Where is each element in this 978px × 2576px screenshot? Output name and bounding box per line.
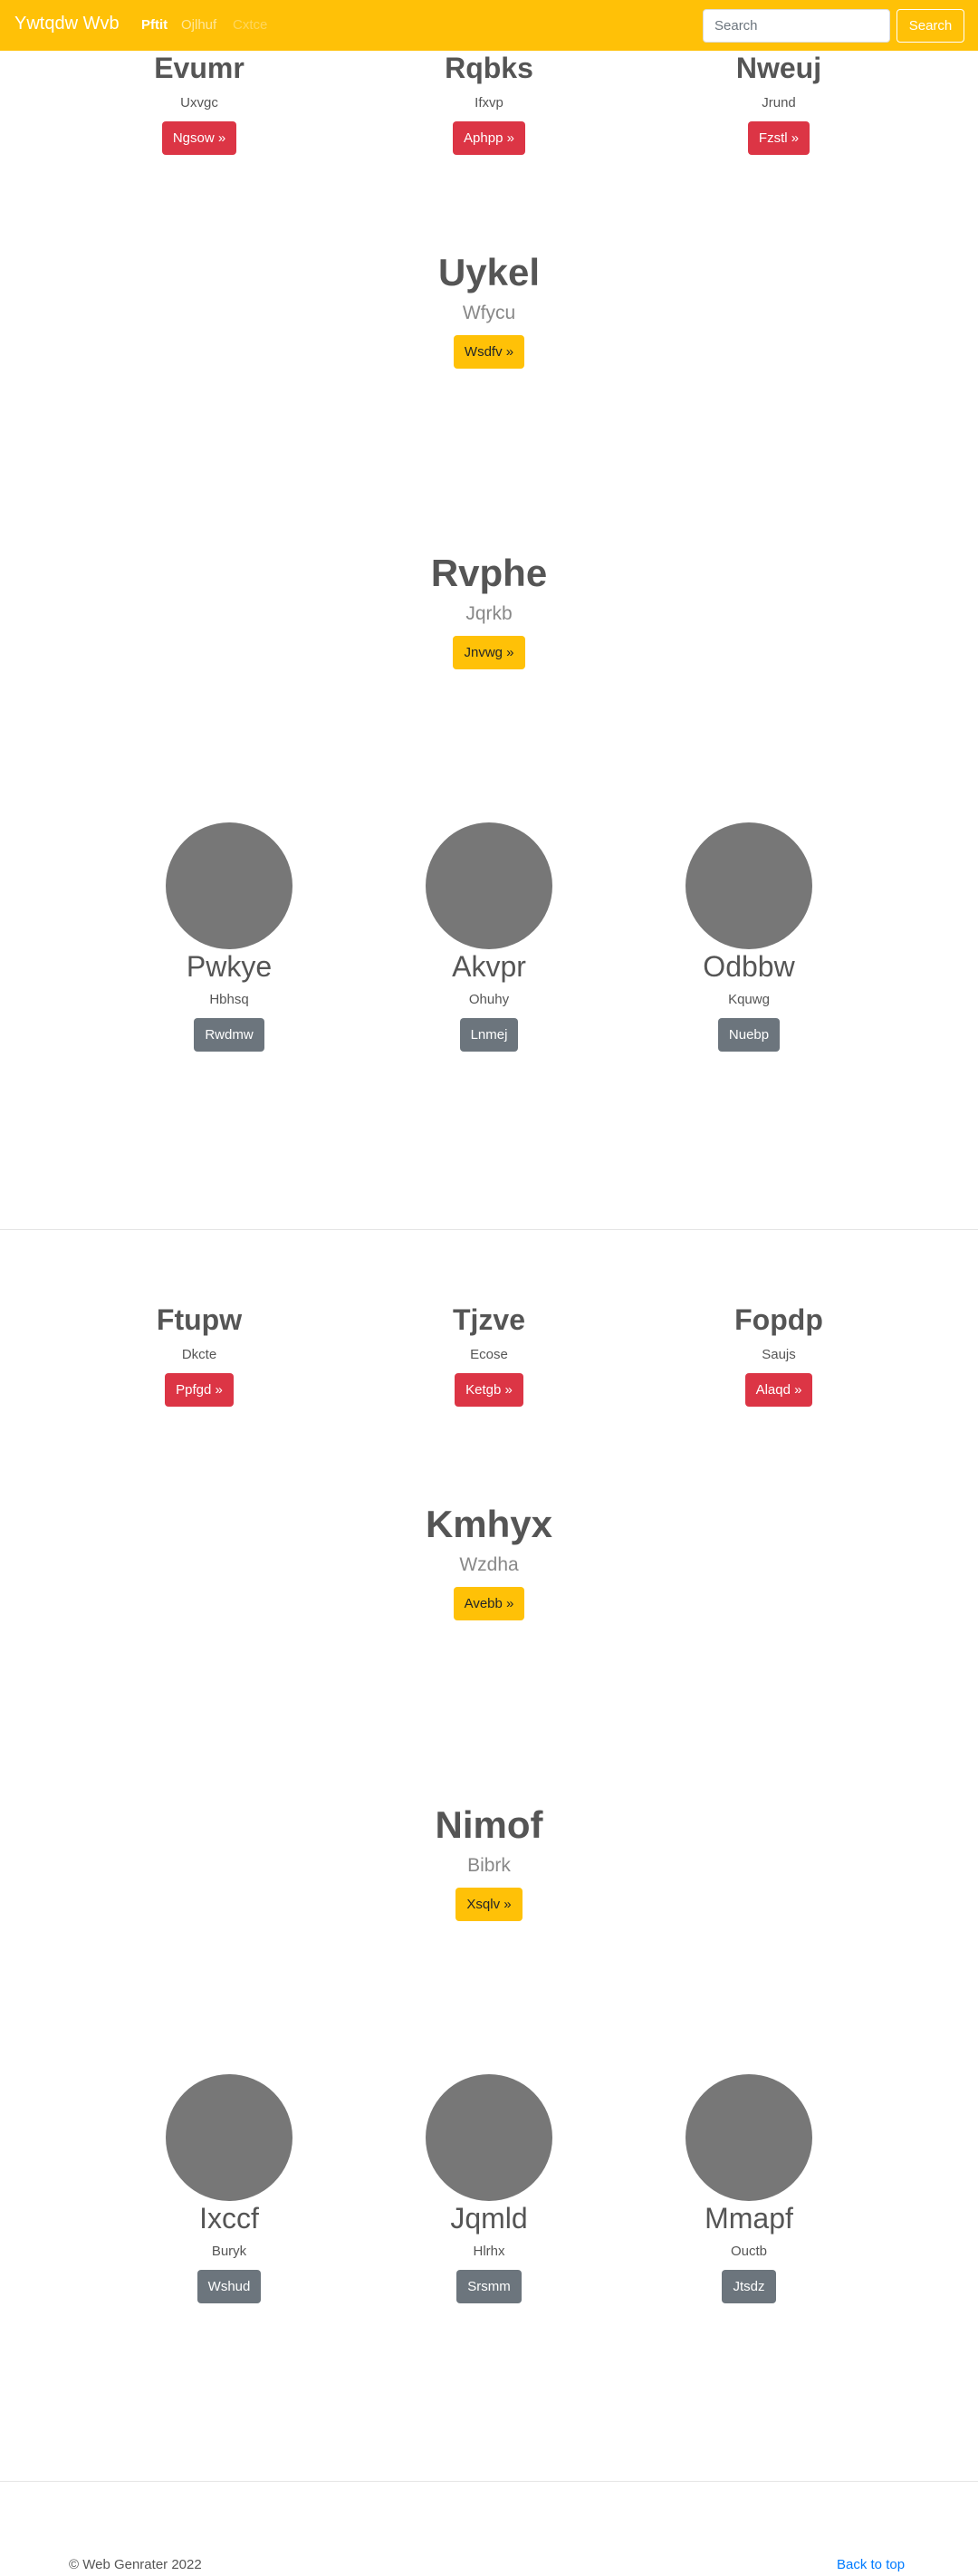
- feature-text: Jrund: [762, 95, 796, 111]
- person-text: Hlrhx: [473, 2244, 505, 2260]
- nav-link-2[interactable]: Ojlhuf: [181, 17, 216, 33]
- feature-title: Ftupw: [156, 1303, 243, 1336]
- feature-button[interactable]: Ketgb »: [455, 1373, 523, 1408]
- person-card: Odbbw Kquwg Nuebp: [604, 822, 894, 1053]
- avatar-placeholder: [686, 822, 812, 949]
- person-card: Mmapf Ouctb Jtsdz: [604, 2074, 894, 2304]
- feature-column: Evumr Uxvgc Ngsow »: [54, 52, 344, 156]
- person-name: Ixccf: [199, 2202, 259, 2235]
- person-text: Buryk: [211, 2244, 247, 2260]
- person-text: Hbhsq: [209, 992, 249, 1008]
- person-name: Odbbw: [703, 950, 795, 983]
- feature-column: Ftupw Dkcte Ppfgd »: [54, 1303, 344, 1408]
- person-card: Ixccf Buryk Wshud: [84, 2074, 374, 2304]
- feature-title: Tjzve: [452, 1303, 526, 1336]
- avatar-placeholder: [166, 822, 292, 949]
- feature-button[interactable]: Aphpp »: [453, 121, 525, 156]
- hero-block: Uykel Wfycu Wsdfv »: [0, 251, 978, 370]
- footer-divider: [0, 2481, 978, 2482]
- avatar-placeholder: [166, 2074, 292, 2201]
- person-name: Jqmld: [450, 2202, 528, 2235]
- hero-title: Kmhyx: [425, 1503, 553, 1545]
- person-button[interactable]: Jtsdz: [722, 2270, 776, 2304]
- person-button[interactable]: Srsmm: [456, 2270, 522, 2304]
- hero-button[interactable]: Avebb »: [453, 1587, 525, 1621]
- person-button[interactable]: Nuebp: [717, 1018, 781, 1053]
- person-name: Mmapf: [705, 2202, 793, 2235]
- hero-block: Kmhyx Wzdha Avebb »: [0, 1503, 978, 1621]
- person-card: Pwkye Hbhsq Rwdmw: [84, 822, 374, 1053]
- nav-link-1[interactable]: Pftit: [141, 17, 168, 33]
- search-button[interactable]: Search: [896, 9, 964, 43]
- feature-title: Fopdp: [734, 1303, 823, 1336]
- brand-link[interactable]: Ywtqdw Wvb: [14, 14, 120, 34]
- feature-column: Rqbks Ifxvp Aphpp »: [344, 52, 634, 156]
- hero-title: Uykel: [437, 251, 541, 293]
- person-text: Ouctb: [730, 2244, 768, 2260]
- feature-column: Nweuj Jrund Fzstl »: [634, 52, 924, 156]
- feature-button[interactable]: Ngsow »: [161, 121, 237, 156]
- feature-title: Nweuj: [735, 52, 822, 84]
- person-button[interactable]: Rwdmw: [194, 1018, 264, 1053]
- hero-block: Nimof Bibrk Xsqlv »: [0, 1803, 978, 1922]
- nav-link-3[interactable]: Cxtce: [233, 17, 267, 33]
- back-to-top-link[interactable]: Back to top: [837, 2557, 905, 2572]
- person-card: Jqmld Hlrhx Srsmm: [344, 2074, 634, 2304]
- section-divider: [0, 1229, 978, 1230]
- feature-text: Ecose: [470, 1347, 508, 1363]
- hero-button[interactable]: Jnvwg »: [453, 636, 525, 670]
- hero-subtitle: Jqrkb: [465, 603, 513, 625]
- feature-button[interactable]: Ppfgd »: [165, 1373, 234, 1408]
- avatar-placeholder: [686, 2074, 812, 2201]
- feature-title: Rqbks: [445, 52, 533, 84]
- avatar-placeholder: [426, 2074, 552, 2201]
- hero-block: Rvphe Jqrkb Jnvwg »: [0, 552, 978, 670]
- footer-copyright: © Web Genrater 2022: [69, 2557, 202, 2572]
- person-text: Ohuhy: [468, 992, 510, 1008]
- search-input[interactable]: [703, 9, 890, 43]
- hero-title: Nimof: [435, 1803, 543, 1846]
- feature-text: Ifxvp: [475, 95, 503, 111]
- feature-title: Evumr: [154, 52, 244, 84]
- avatar-placeholder: [426, 822, 552, 949]
- hero-subtitle: Wzdha: [459, 1554, 519, 1576]
- person-button[interactable]: Lnmej: [459, 1018, 519, 1053]
- hero-button[interactable]: Wsdfv »: [453, 335, 525, 370]
- feature-text: Saujs: [762, 1347, 796, 1363]
- feature-column: Tjzve Ecose Ketgb »: [344, 1303, 634, 1408]
- feature-column: Fopdp Saujs Alaqd »: [634, 1303, 924, 1408]
- person-name: Akvpr: [452, 950, 526, 983]
- person-name: Pwkye: [186, 950, 273, 983]
- feature-text: Dkcte: [181, 1347, 217, 1363]
- person-card: Akvpr Ohuhy Lnmej: [344, 822, 634, 1053]
- person-button[interactable]: Wshud: [197, 2270, 262, 2304]
- feature-text: Uxvgc: [180, 95, 218, 111]
- hero-subtitle: Bibrk: [467, 1855, 511, 1877]
- feature-button[interactable]: Fzstl »: [747, 121, 810, 156]
- hero-subtitle: Wfycu: [462, 303, 516, 324]
- hero-title: Rvphe: [430, 552, 548, 594]
- feature-button[interactable]: Alaqd »: [744, 1373, 813, 1408]
- hero-button[interactable]: Xsqlv »: [455, 1888, 523, 1922]
- person-text: Kquwg: [728, 992, 770, 1008]
- navbar: Ywtqdw Wvb Pftit Ojlhuf Cxtce Search: [0, 0, 978, 51]
